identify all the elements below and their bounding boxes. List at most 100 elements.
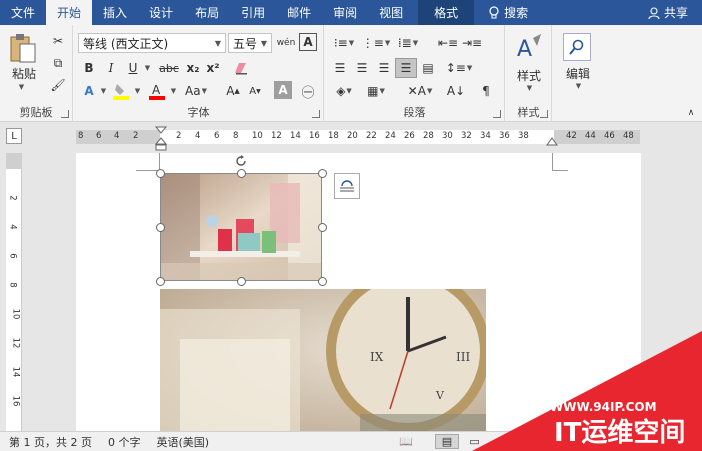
numbering-icon[interactable]: ⋮≡ ▼ bbox=[361, 33, 391, 53]
chinese-layout-icon[interactable]: ✕A ▼ bbox=[405, 81, 435, 101]
ruler-number: 28 bbox=[423, 131, 434, 141]
subscript-button[interactable]: x₂ bbox=[182, 58, 204, 78]
layout-options-icon[interactable] bbox=[334, 173, 360, 199]
styles-group: A 样式 ▼ 样式 bbox=[506, 25, 552, 122]
font-color-dropdown[interactable]: ▼ bbox=[168, 81, 178, 101]
ruler-number: 8 bbox=[78, 131, 84, 141]
print-layout-icon[interactable]: ▤ bbox=[434, 434, 460, 449]
share-label: 共享 bbox=[663, 6, 688, 20]
distributed-icon[interactable]: ▤ bbox=[417, 58, 439, 78]
decrease-indent-icon[interactable]: ⇤≡ bbox=[437, 33, 459, 53]
tab-file[interactable]: 文件 bbox=[0, 0, 46, 25]
tab-design[interactable]: 设计 bbox=[138, 0, 184, 25]
paragraph-launcher-icon[interactable] bbox=[493, 110, 501, 118]
strikethrough-button[interactable]: abc bbox=[156, 58, 182, 78]
search-label: 搜索 bbox=[504, 6, 529, 20]
margin-mark-left bbox=[136, 153, 160, 171]
borders-icon[interactable]: ▦ ▼ bbox=[361, 81, 391, 101]
tab-mailings[interactable]: 邮件 bbox=[276, 0, 322, 25]
underline-dropdown[interactable]: ▼ bbox=[142, 58, 152, 78]
resize-handle[interactable] bbox=[317, 222, 327, 232]
sort-icon[interactable]: A↓ bbox=[445, 81, 467, 101]
tab-review[interactable]: 审阅 bbox=[322, 0, 368, 25]
rotate-handle-icon[interactable] bbox=[235, 155, 247, 167]
paste-button[interactable]: 粘贴 bbox=[4, 65, 44, 81]
tab-format[interactable]: 格式 bbox=[418, 0, 475, 25]
resize-handle[interactable] bbox=[236, 276, 246, 286]
highlight-dropdown[interactable]: ▼ bbox=[132, 81, 142, 101]
find-icon[interactable] bbox=[563, 33, 591, 61]
character-shading-icon[interactable]: A bbox=[274, 81, 292, 99]
tab-home[interactable]: 开始 bbox=[46, 0, 93, 25]
text-effects-icon[interactable]: A bbox=[78, 81, 100, 101]
right-indent-icon[interactable] bbox=[546, 137, 558, 147]
ruler-number: 6 bbox=[214, 131, 220, 141]
text-effects-dropdown[interactable]: ▼ bbox=[98, 81, 108, 101]
resize-handle[interactable] bbox=[155, 276, 165, 286]
cut-icon[interactable]: ✂ bbox=[47, 31, 69, 51]
styles-icon[interactable]: A bbox=[514, 33, 544, 63]
shading-icon[interactable]: ◈ ▼ bbox=[329, 81, 359, 101]
collapse-ribbon-icon[interactable]: ∧ bbox=[684, 107, 698, 119]
tab-view[interactable]: 视图 bbox=[368, 0, 414, 25]
multilevel-list-icon[interactable]: ⁞≣ ▼ bbox=[393, 33, 423, 53]
justify-icon[interactable]: ☰ bbox=[395, 58, 417, 78]
word-count[interactable]: 0 个字 bbox=[108, 434, 141, 450]
font-size-field[interactable]: 五号 ▼ bbox=[228, 33, 272, 53]
page-count[interactable]: 第 1 页，共 2 页 bbox=[9, 434, 92, 450]
grow-font-icon[interactable]: A ▲ bbox=[222, 81, 244, 101]
show-marks-icon[interactable]: ¶ bbox=[475, 81, 497, 101]
clipboard-launcher-icon[interactable] bbox=[61, 110, 69, 118]
read-mode-icon[interactable]: 📖 bbox=[399, 435, 413, 448]
ruler-number: 12 bbox=[271, 131, 282, 141]
resize-handle[interactable] bbox=[155, 222, 165, 232]
tab-layout[interactable]: 布局 bbox=[184, 0, 230, 25]
enclose-characters-icon[interactable]: ㊀ bbox=[298, 81, 318, 101]
tell-me-search[interactable]: 搜索 bbox=[488, 0, 528, 25]
bullets-icon[interactable]: ⁝≡ ▼ bbox=[329, 33, 359, 53]
superscript-button[interactable]: x² bbox=[202, 58, 224, 78]
shrink-font-icon[interactable]: A ▼ bbox=[244, 81, 266, 101]
tab-selector[interactable]: L bbox=[6, 128, 22, 144]
bold-button[interactable]: B bbox=[78, 58, 100, 78]
resize-handle[interactable] bbox=[317, 168, 327, 178]
tab-insert[interactable]: 插入 bbox=[92, 0, 138, 25]
ruler-number: 38 bbox=[518, 131, 529, 141]
paste-icon[interactable] bbox=[6, 31, 40, 65]
increase-indent-icon[interactable]: ⇥≡ bbox=[461, 33, 483, 53]
indent-markers-icon[interactable] bbox=[154, 126, 168, 152]
resize-handle[interactable] bbox=[317, 276, 327, 286]
font-color-icon[interactable]: A bbox=[146, 81, 168, 101]
underline-button[interactable]: U bbox=[122, 58, 144, 78]
copy-icon[interactable]: ⧉ bbox=[47, 53, 69, 73]
italic-button[interactable]: I bbox=[100, 58, 122, 78]
vertical-ruler[interactable]: 2 4 6 8 10 12 14 16 bbox=[6, 153, 22, 433]
language-indicator[interactable]: 英语(美国) bbox=[156, 434, 209, 450]
svg-text:WWW.94IP.COM: WWW.94IP.COM bbox=[550, 400, 657, 414]
svg-text:V: V bbox=[435, 389, 445, 402]
styles-dropdown[interactable]: ▼ bbox=[508, 83, 550, 93]
tab-references[interactable]: 引用 bbox=[230, 0, 276, 25]
align-left-icon[interactable]: ☰ bbox=[329, 58, 351, 78]
clear-formatting-icon[interactable] bbox=[230, 58, 252, 78]
align-right-icon[interactable]: ☰ bbox=[373, 58, 395, 78]
ruler-number: 48 bbox=[623, 131, 634, 141]
resize-handle[interactable] bbox=[236, 168, 246, 178]
font-name-field[interactable]: 等线 (西文正文) ▼ bbox=[78, 33, 226, 53]
font-launcher-icon[interactable] bbox=[312, 110, 320, 118]
align-center-icon[interactable]: ☰ bbox=[351, 58, 373, 78]
styles-launcher-icon[interactable] bbox=[540, 110, 548, 118]
clock-picture[interactable]: IX III V bbox=[160, 289, 486, 431]
highlight-color-icon[interactable] bbox=[110, 81, 132, 101]
editing-button[interactable]: 编辑 bbox=[555, 65, 601, 81]
character-border-icon[interactable]: A bbox=[299, 33, 317, 51]
line-spacing-icon[interactable]: ↕≡ ▼ bbox=[445, 58, 473, 78]
paste-dropdown[interactable]: ▼ bbox=[6, 81, 36, 93]
change-case-button[interactable]: Aa ▼ bbox=[182, 81, 210, 101]
share-button[interactable]: 共享 bbox=[648, 0, 688, 25]
phonetic-guide-icon[interactable]: wén bbox=[276, 33, 296, 53]
resize-handle[interactable] bbox=[155, 168, 165, 178]
format-painter-icon[interactable]: 🖌 bbox=[47, 75, 69, 95]
styles-button[interactable]: 样式 bbox=[508, 67, 550, 83]
editing-dropdown[interactable]: ▼ bbox=[555, 81, 601, 91]
